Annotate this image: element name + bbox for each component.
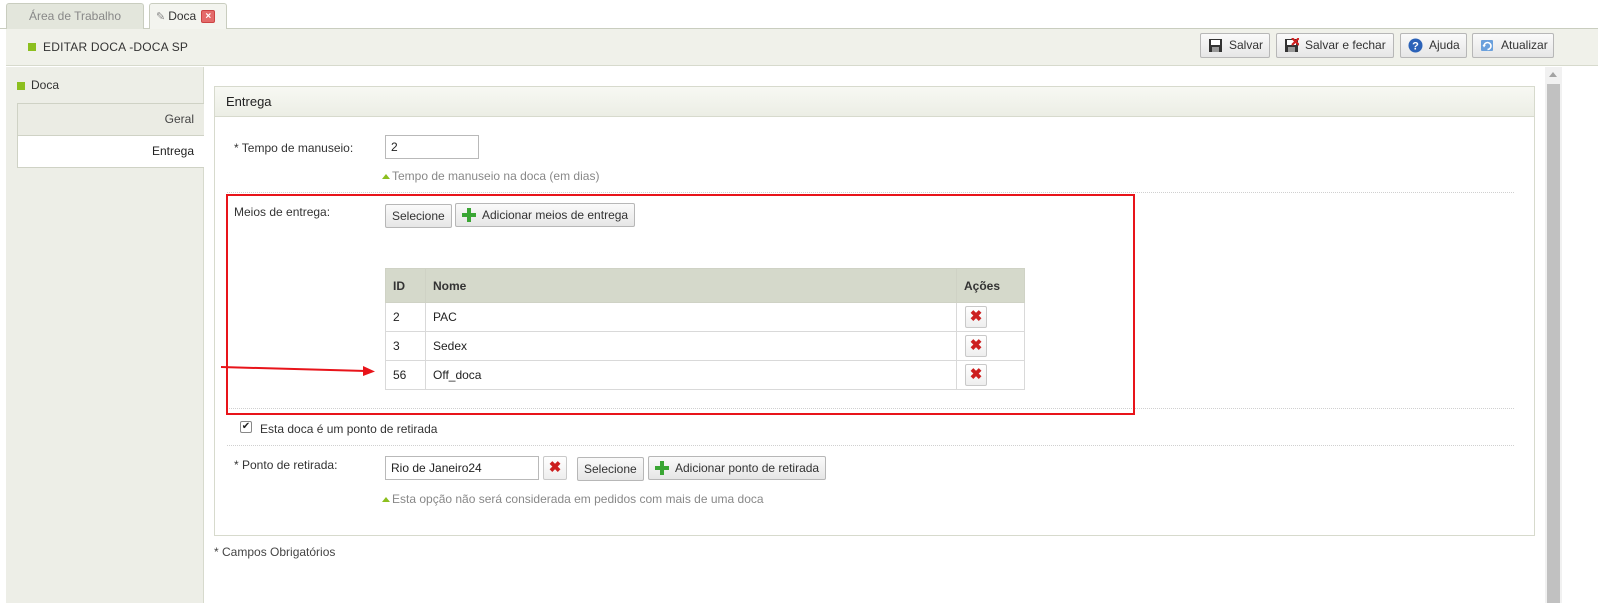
sidebar: Doca Geral Entrega bbox=[6, 67, 204, 603]
add-pickup-point-button[interactable]: Adicionar ponto de retirada bbox=[648, 456, 827, 480]
handling-time-hint: Tempo de manuseio na doca (em dias) bbox=[382, 169, 599, 183]
save-close-label: Salvar e fechar bbox=[1305, 38, 1386, 52]
refresh-icon bbox=[1481, 40, 1493, 51]
tab-label: Doca bbox=[168, 9, 197, 23]
triangle-up-icon bbox=[382, 174, 390, 179]
scrollbar-thumb[interactable] bbox=[1547, 84, 1560, 603]
help-label: Ajuda bbox=[1429, 38, 1460, 52]
scroll-up-arrow-icon[interactable] bbox=[1549, 72, 1557, 77]
select-pickup-button[interactable]: Selecione bbox=[577, 457, 644, 481]
hint-text: Esta opção não será considerada em pedid… bbox=[392, 492, 764, 506]
page-title: EDITAR DOCA -DOCA SP bbox=[43, 40, 189, 54]
right-margin bbox=[1562, 67, 1598, 603]
save-label: Salvar bbox=[1229, 38, 1264, 52]
divider bbox=[227, 192, 1514, 193]
refresh-button[interactable]: Atualizar bbox=[1472, 33, 1554, 58]
tab-area-de-trabalho[interactable]: Área de Trabalho bbox=[6, 3, 144, 29]
tab-label: Área de Trabalho bbox=[28, 9, 122, 23]
pickup-point-input[interactable] bbox=[385, 456, 539, 480]
square-bullet-icon bbox=[28, 43, 36, 51]
floppy-disk-close-icon bbox=[1285, 38, 1299, 52]
handling-time-label: * Tempo de manuseio: bbox=[234, 141, 354, 155]
required-fields-note: * Campos Obrigatórios bbox=[214, 545, 336, 559]
annotation-highlight-box bbox=[226, 194, 1135, 415]
vertical-scrollbar[interactable] bbox=[1545, 67, 1562, 603]
handling-time-input[interactable] bbox=[385, 135, 479, 159]
page-header: EDITAR DOCA -DOCA SP Salvar Salvar e fec… bbox=[6, 29, 1598, 66]
pickup-point-hint: Esta opção não será considerada em pedid… bbox=[382, 492, 764, 506]
pickup-point-checkbox[interactable]: ✔ bbox=[240, 421, 252, 433]
help-button[interactable]: ? Ajuda bbox=[1400, 33, 1467, 58]
help-icon: ? bbox=[1408, 38, 1423, 53]
sidebar-item-entrega[interactable]: Entrega bbox=[17, 135, 204, 168]
pencil-icon: ✎ bbox=[156, 11, 166, 23]
tab-doca[interactable]: ✎ Doca × bbox=[149, 3, 227, 30]
plus-icon bbox=[655, 461, 669, 475]
save-and-close-button[interactable]: Salvar e fechar bbox=[1276, 33, 1394, 58]
clear-pickup-icon[interactable]: ✖ bbox=[543, 456, 567, 480]
sidebar-title: Doca bbox=[31, 78, 60, 92]
pickup-point-label: * Ponto de retirada: bbox=[234, 458, 338, 472]
svg-text:?: ? bbox=[1412, 41, 1419, 53]
sidebar-item-label: Entrega bbox=[151, 144, 194, 158]
panel-title: Entrega bbox=[215, 87, 1534, 117]
save-button[interactable]: Salvar bbox=[1200, 33, 1270, 58]
refresh-label: Atualizar bbox=[1501, 38, 1548, 52]
annotation-arrow-icon bbox=[220, 366, 375, 376]
sidebar-item-geral[interactable]: Geral bbox=[17, 103, 204, 136]
add-pickup-label: Adicionar ponto de retirada bbox=[675, 461, 820, 475]
close-icon[interactable]: × bbox=[201, 10, 216, 24]
pickup-checkbox-label: Esta doca é um ponto de retirada bbox=[260, 422, 438, 436]
sidebar-item-label: Geral bbox=[164, 112, 194, 126]
triangle-up-icon bbox=[382, 497, 390, 502]
floppy-disk-icon bbox=[1209, 39, 1222, 52]
hint-text: Tempo de manuseio na doca (em dias) bbox=[392, 169, 600, 183]
divider bbox=[227, 445, 1514, 446]
tab-bar: Área de Trabalho ✎ Doca × bbox=[0, 0, 1598, 30]
square-bullet-icon bbox=[17, 82, 25, 90]
